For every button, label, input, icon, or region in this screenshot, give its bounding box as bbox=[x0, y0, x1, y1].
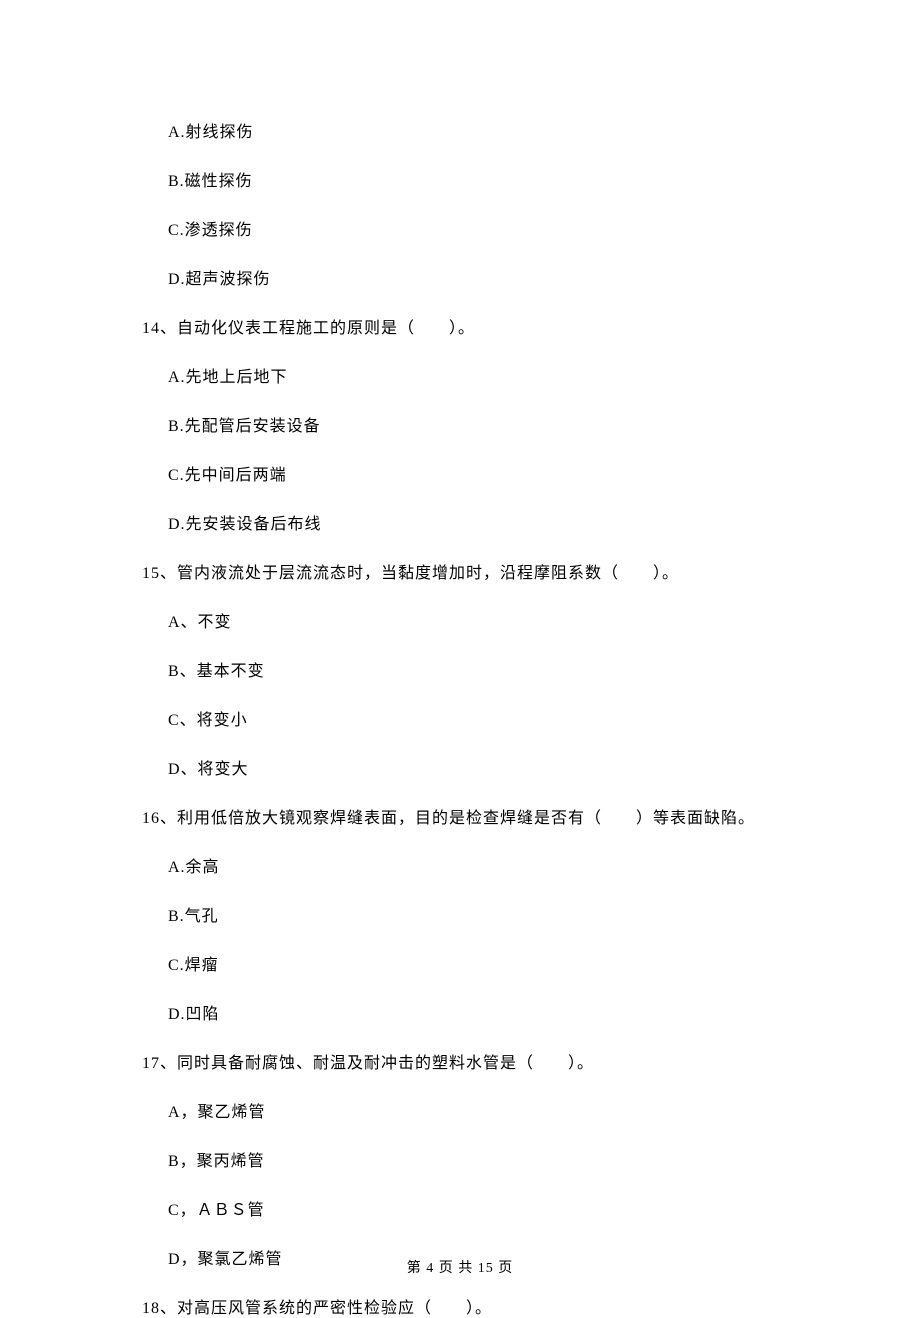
option-16-a: A.余高 bbox=[142, 853, 778, 877]
question-17-stem: 17、同时具备耐腐蚀、耐温及耐冲击的塑料水管是（ ）。 bbox=[142, 1049, 778, 1073]
option-16-b: B.气孔 bbox=[142, 902, 778, 926]
option-14-b: B.先配管后安装设备 bbox=[142, 412, 778, 436]
question-16-stem: 16、利用低倍放大镜观察焊缝表面，目的是检查焊缝是否有（ ）等表面缺陷。 bbox=[142, 804, 778, 828]
question-14: 14、自动化仪表工程施工的原则是（ ）。 A.先地上后地下 B.先配管后安装设备… bbox=[142, 314, 778, 534]
question-15-stem: 15、管内液流处于层流流态时，当黏度增加时，沿程摩阻系数（ ）。 bbox=[142, 559, 778, 583]
question-15: 15、管内液流处于层流流态时，当黏度增加时，沿程摩阻系数（ ）。 A、不变 B、… bbox=[142, 559, 778, 779]
option-16-d: D.凹陷 bbox=[142, 1000, 778, 1024]
option-13-b: B.磁性探伤 bbox=[142, 167, 778, 191]
option-14-a: A.先地上后地下 bbox=[142, 363, 778, 387]
option-15-c: C、将变小 bbox=[142, 706, 778, 730]
option-17-a: A，聚乙烯管 bbox=[142, 1098, 778, 1122]
option-14-c: C.先中间后两端 bbox=[142, 461, 778, 485]
question-16: 16、利用低倍放大镜观察焊缝表面，目的是检查焊缝是否有（ ）等表面缺陷。 A.余… bbox=[142, 804, 778, 1024]
option-15-b: B、基本不变 bbox=[142, 657, 778, 681]
question-18: 18、对高压风管系统的严密性检验应（ ）。 bbox=[142, 1294, 778, 1318]
option-15-d: D、将变大 bbox=[142, 755, 778, 779]
question-13-options: A.射线探伤 B.磁性探伤 C.渗透探伤 D.超声波探伤 bbox=[142, 118, 778, 289]
option-17-b: B，聚丙烯管 bbox=[142, 1147, 778, 1171]
question-17: 17、同时具备耐腐蚀、耐温及耐冲击的塑料水管是（ ）。 A，聚乙烯管 B，聚丙烯… bbox=[142, 1049, 778, 1269]
option-15-a: A、不变 bbox=[142, 608, 778, 632]
question-18-stem: 18、对高压风管系统的严密性检验应（ ）。 bbox=[142, 1294, 778, 1318]
option-14-d: D.先安装设备后布线 bbox=[142, 510, 778, 534]
page-footer: 第 4 页 共 15 页 bbox=[0, 1257, 920, 1277]
option-13-c: C.渗透探伤 bbox=[142, 216, 778, 240]
question-14-stem: 14、自动化仪表工程施工的原则是（ ）。 bbox=[142, 314, 778, 338]
option-13-d: D.超声波探伤 bbox=[142, 265, 778, 289]
page-content: A.射线探伤 B.磁性探伤 C.渗透探伤 D.超声波探伤 14、自动化仪表工程施… bbox=[0, 0, 920, 1318]
option-16-c: C.焊瘤 bbox=[142, 951, 778, 975]
option-17-c: C，ＡＢＳ管 bbox=[142, 1196, 778, 1220]
option-13-a: A.射线探伤 bbox=[142, 118, 778, 142]
